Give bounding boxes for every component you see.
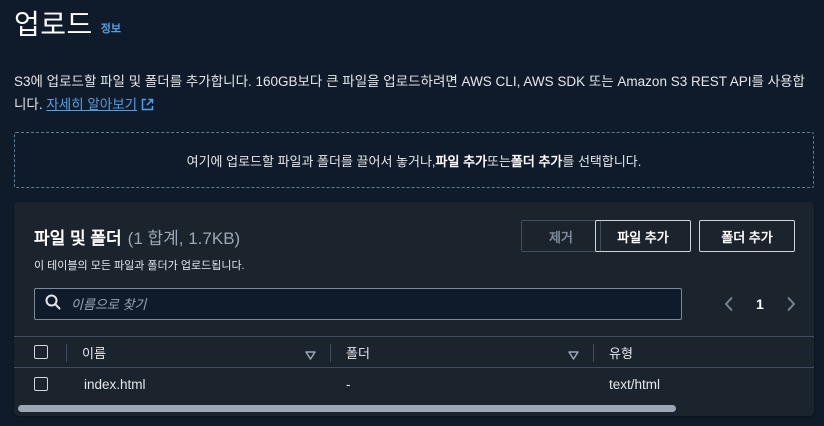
row-checkbox[interactable] [34, 377, 48, 391]
title-row: 업로드 정보 [14, 8, 121, 42]
files-folders-panel: 파일 및 폴더 (1 합계, 1.7KB) 이 테이블의 모든 파일과 폴더가 … [14, 202, 814, 416]
sort-down-icon[interactable] [568, 347, 579, 365]
panel-subtitle: 이 테이블의 모든 파일과 폴더가 업로드됩니다. [34, 260, 245, 272]
pagination: 1 [722, 294, 798, 314]
learn-more-link[interactable]: 자세히 알아보기 [46, 97, 137, 112]
column-header-folder[interactable]: 폴더 [346, 337, 370, 367]
cell-name: index.html [84, 376, 146, 392]
dropzone-suffix: 를 선택합니다. [562, 153, 642, 169]
column-header-name[interactable]: 이름 [82, 337, 106, 367]
table-row[interactable]: index.html - text/html [14, 368, 814, 400]
table-header: 이름 폴더 유형 [14, 336, 814, 368]
cell-type: text/html [609, 376, 661, 392]
dropzone-prefix: 여기에 업로드할 파일과 폴더를 끌어서 놓거나, [186, 153, 436, 169]
description: S3에 업로드할 파일 및 폴더를 추가합니다. 160GB보다 큰 파일을 업… [14, 70, 810, 118]
scrollbar-thumb[interactable] [18, 405, 676, 412]
cell-folder: - [346, 376, 351, 392]
external-link-icon[interactable] [141, 95, 154, 118]
select-all-checkbox[interactable] [34, 345, 48, 359]
column-divider [593, 344, 594, 362]
add-folder-button[interactable]: 폴더 추가 [699, 220, 795, 252]
add-files-button[interactable]: 파일 추가 [595, 220, 691, 252]
column-header-type[interactable]: 유형 [609, 337, 633, 367]
panel-title: 파일 및 폴더 [34, 229, 122, 248]
chevron-right-icon[interactable] [784, 294, 798, 314]
search-box[interactable] [34, 288, 682, 320]
dropzone-or: 또는 [487, 153, 511, 169]
drop-zone[interactable]: 여기에 업로드할 파일과 폴더를 끌어서 놓거나, 파일 추가 또는 폴더 추가… [14, 132, 814, 188]
page-number[interactable]: 1 [756, 296, 764, 312]
search-icon [45, 294, 61, 315]
dropzone-add-folder: 폴더 추가 [510, 153, 563, 169]
page-title: 업로드 [14, 9, 93, 40]
search-input[interactable] [71, 296, 661, 312]
panel-header: 파일 및 폴더 (1 합계, 1.7KB) [34, 224, 240, 249]
panel-count: (1 합계, 1.7KB) [127, 229, 241, 248]
dropzone-add-files: 파일 추가 [435, 153, 487, 169]
upload-page: 업로드 정보 S3에 업로드할 파일 및 폴더를 추가합니다. 160GB보다 … [0, 0, 824, 426]
info-link[interactable]: 정보 [101, 20, 121, 36]
column-divider [330, 344, 331, 362]
remove-button[interactable]: 제거 [521, 220, 601, 252]
horizontal-scrollbar[interactable] [16, 402, 812, 414]
chevron-left-icon[interactable] [722, 294, 736, 314]
sort-down-icon[interactable] [305, 347, 316, 365]
column-divider [66, 344, 67, 362]
